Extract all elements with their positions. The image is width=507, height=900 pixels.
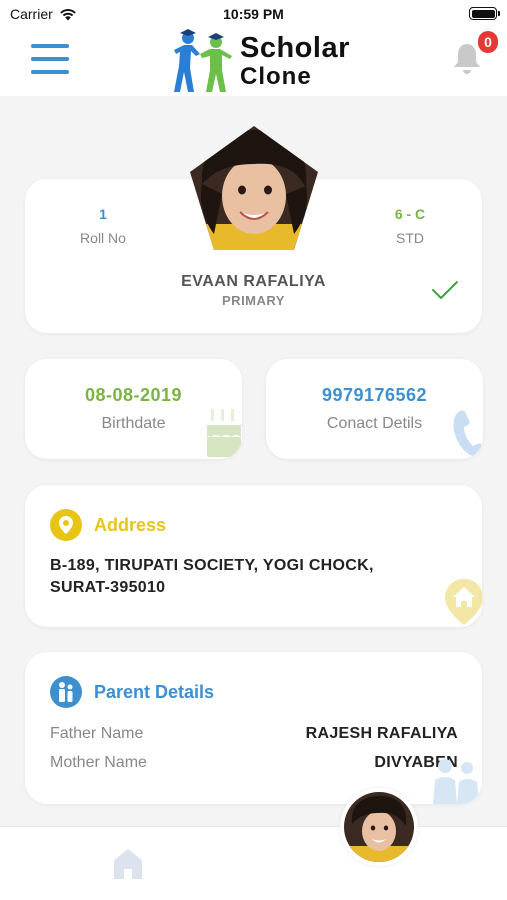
home-icon[interactable]: [112, 847, 144, 886]
profile-avatar-button[interactable]: [340, 788, 418, 866]
birthdate-value: 08-08-2019: [84, 385, 183, 405]
address-header: Address: [50, 509, 166, 541]
hamburger-menu-icon[interactable]: [31, 44, 69, 74]
address-card: Address B-189, TIRUPATI SOCIETY, YOGI CH…: [25, 485, 482, 627]
address-line1: B-189, TIRUPATI SOCIETY, YOGI CHOCK,: [50, 557, 374, 574]
parent-header: Parent Details: [50, 676, 214, 708]
avatar: [344, 792, 414, 862]
mother-row: Mother Name DIVYABEN: [50, 754, 458, 772]
parent-details-card: Parent Details Father Name RAJESH RAFALI…: [25, 652, 482, 804]
location-pin-icon: [50, 509, 82, 541]
father-row: Father Name RAJESH RAFALIYA: [50, 725, 458, 743]
contact-card[interactable]: 9979176562 Conact Detils: [266, 359, 483, 459]
app-header: Scholar Clone 0: [0, 28, 507, 96]
std-label: STD: [396, 230, 424, 246]
birthdate-card: 08-08-2019 Birthdate: [25, 359, 242, 459]
address-text: B-189, TIRUPATI SOCIETY, YOGI CHOCK, SUR…: [50, 555, 410, 599]
phone-icon[interactable]: [452, 409, 483, 459]
check-icon: [432, 281, 458, 299]
father-label: Father Name: [50, 725, 144, 742]
logo-line2: Clone: [240, 62, 312, 90]
parent-title: Parent Details: [94, 681, 215, 702]
bell-icon[interactable]: [452, 42, 482, 81]
battery-icon: [469, 7, 500, 20]
father-value: RAJESH RAFALIYA: [305, 725, 458, 742]
address-title: Address: [94, 514, 167, 535]
contact-value[interactable]: 9979176562: [266, 385, 483, 406]
roll-no-label: Roll No: [80, 230, 126, 246]
student-photo: [190, 126, 318, 250]
std-stat: 6 - C STD: [382, 206, 438, 246]
logo-line1: Scholar: [240, 31, 350, 64]
contact-label: Conact Detils: [326, 415, 423, 432]
home-location-icon: [445, 579, 482, 625]
address-line2: SURAT-395010: [50, 579, 166, 596]
std-value: 6 - C: [394, 206, 426, 222]
student-level: PRIMARY: [222, 293, 285, 308]
roll-no-value: 1: [99, 206, 107, 222]
bottom-tab-bar: [0, 826, 507, 900]
parents-decor-icon: [433, 759, 479, 804]
mother-label: Mother Name: [50, 754, 147, 771]
status-bar: Carrier 10:59 PM: [0, 0, 507, 28]
notification-badge: 0: [478, 31, 498, 53]
cake-icon: [207, 409, 241, 457]
logo-text: Scholar Clone: [240, 31, 350, 90]
family-icon: [50, 676, 82, 708]
clock: 10:59 PM: [223, 6, 284, 22]
roll-no-stat: 1 Roll No: [75, 206, 131, 246]
student-name: EVAAN RAFALIYA: [181, 273, 326, 290]
students-logo-icon: [174, 29, 232, 92]
app-logo: Scholar Clone: [170, 28, 350, 94]
